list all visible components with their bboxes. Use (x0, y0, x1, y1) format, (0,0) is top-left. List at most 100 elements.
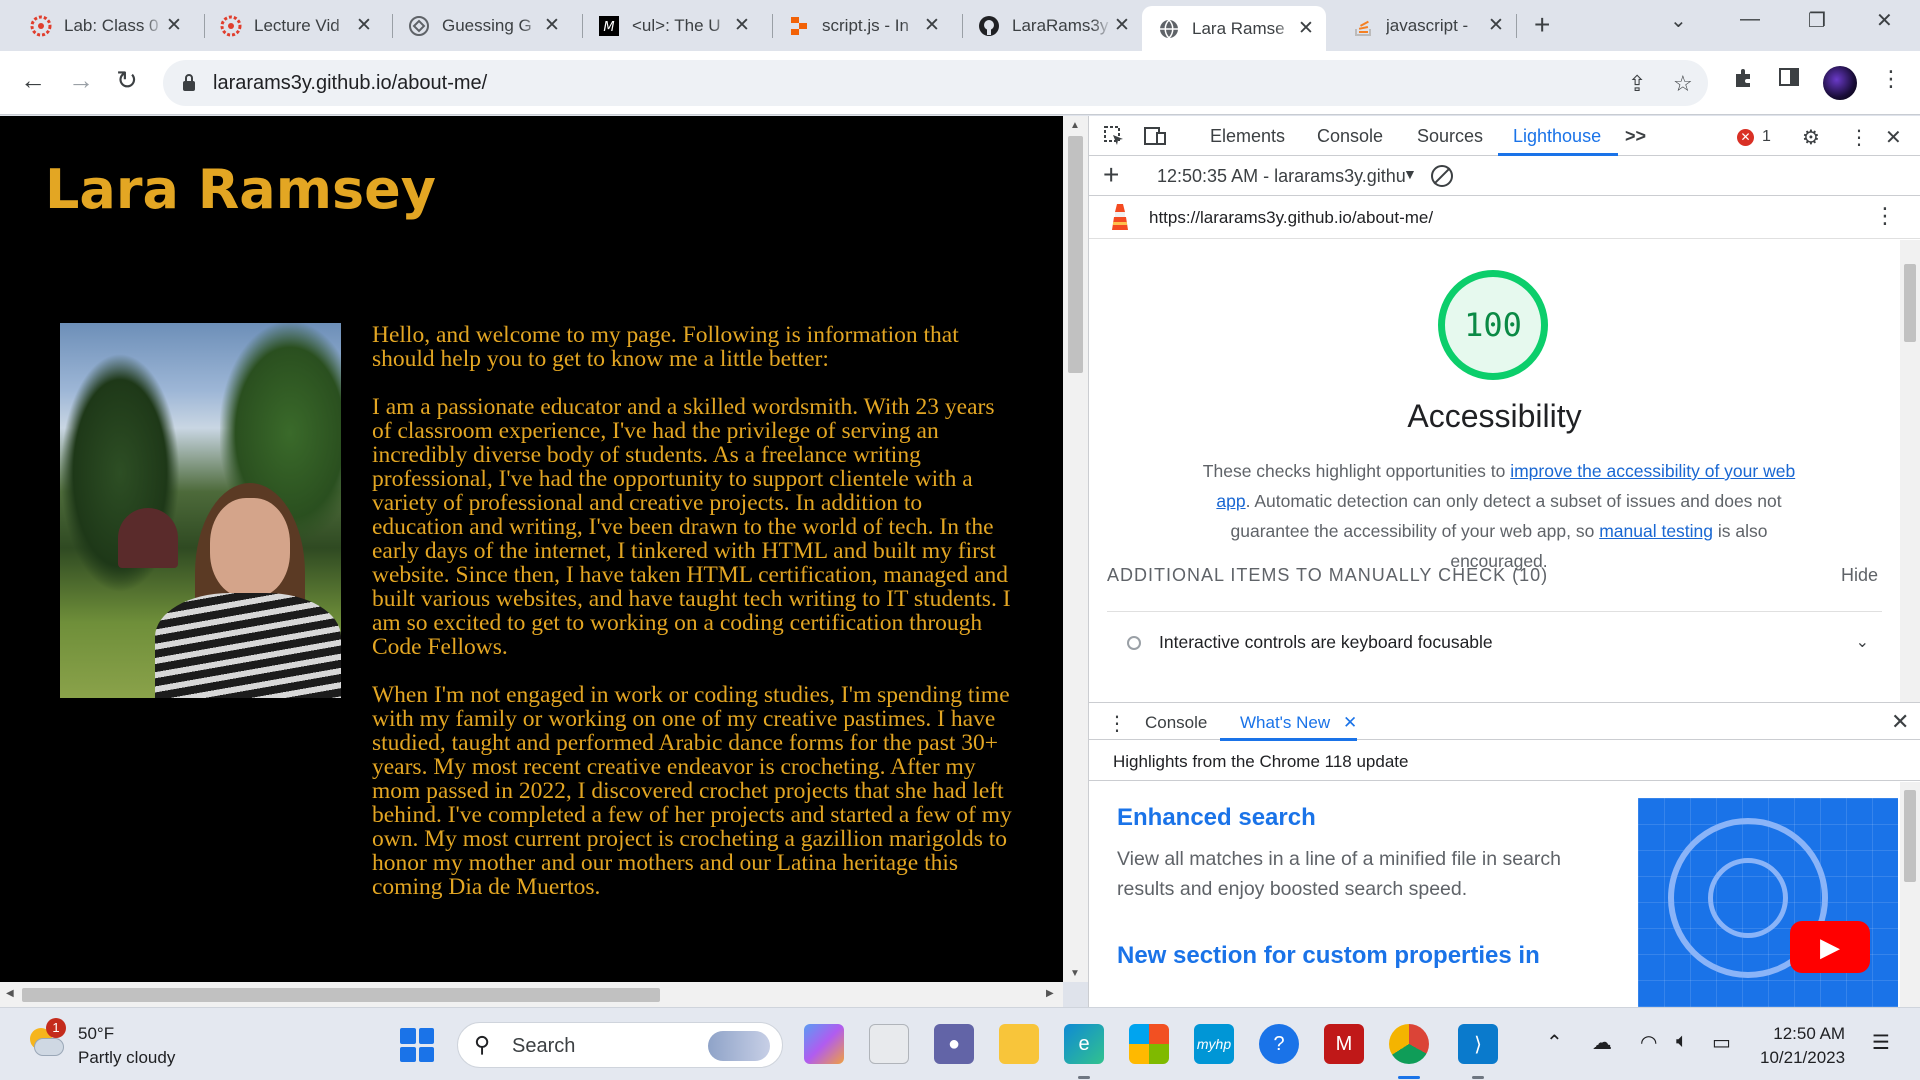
hide-manual-checks-button[interactable]: Hide (1841, 565, 1878, 586)
scrollbar-thumb[interactable] (1904, 264, 1916, 342)
tab-title: LaraRams3y (1012, 15, 1109, 35)
whats-new-scrollbar[interactable] (1900, 782, 1920, 1007)
tab-script-js[interactable]: script.js - In ✕ (772, 7, 952, 44)
manual-testing-link[interactable]: manual testing (1599, 521, 1713, 541)
edge-icon[interactable]: e (1064, 1024, 1104, 1064)
notifications-icon[interactable]: ☰ (1872, 1030, 1890, 1055)
audit-item[interactable]: Interactive controls are keyboard focusa… (1127, 632, 1887, 653)
scrollbar-thumb[interactable] (1068, 136, 1083, 373)
vscode-icon[interactable]: ⟩ (1458, 1024, 1498, 1064)
close-icon[interactable]: ✕ (1296, 17, 1316, 40)
new-report-button[interactable]: + (1103, 159, 1119, 191)
close-icon[interactable]: ✕ (542, 14, 562, 37)
close-icon[interactable]: ✕ (922, 14, 942, 37)
drawer-tab-whats-new[interactable]: What's New (1240, 713, 1330, 733)
close-icon[interactable]: ✕ (1112, 14, 1132, 37)
forward-arrow-icon[interactable]: → (68, 65, 94, 96)
tab-elements[interactable]: Elements (1210, 126, 1285, 147)
tab-github[interactable]: LaraRams3y ✕ (962, 7, 1142, 44)
microsoft-store-icon[interactable] (1129, 1024, 1169, 1064)
video-thumbnail[interactable]: ▶ (1638, 798, 1898, 1007)
scrollbar-thumb[interactable] (22, 988, 660, 1002)
side-panel-icon[interactable] (1778, 66, 1800, 94)
windows-start-icon[interactable] (400, 1028, 434, 1062)
chevron-down-icon[interactable]: ⌄ (1856, 632, 1869, 652)
manual-checks-header[interactable]: ADDITIONAL ITEMS TO MANUALLY CHECK (10) (1107, 565, 1548, 586)
taskbar-search[interactable]: ⚲ Search (457, 1022, 783, 1068)
clear-reports-icon[interactable] (1431, 165, 1453, 187)
back-arrow-icon[interactable]: ← (20, 65, 46, 96)
report-scrollbar[interactable] (1900, 240, 1920, 702)
help-icon[interactable]: ? (1259, 1024, 1299, 1064)
drawer-tab-console[interactable]: Console (1145, 713, 1207, 733)
file-explorer-icon[interactable] (999, 1024, 1039, 1064)
tab-sources[interactable]: Sources (1417, 126, 1483, 147)
close-icon[interactable]: ✕ (732, 14, 752, 37)
tab-lecture-video[interactable]: Lecture Vid ✕ (204, 7, 384, 44)
tab-search-chevron-icon[interactable]: ⌄ (1670, 8, 1687, 33)
settings-gear-icon[interactable]: ⚙ (1802, 125, 1820, 150)
more-tabs-icon[interactable]: >> (1625, 126, 1646, 147)
report-selector[interactable]: 12:50:35 AM - lararams3y.github.io (1157, 166, 1405, 187)
page-horizontal-scrollbar[interactable]: ◀ ▶ (0, 982, 1063, 1007)
close-tab-icon[interactable]: ✕ (1343, 713, 1357, 733)
new-tab-button[interactable]: + (1534, 9, 1550, 41)
tab-lighthouse[interactable]: Lighthouse (1513, 126, 1601, 147)
scrollbar-thumb[interactable] (1904, 790, 1916, 882)
copilot-icon[interactable] (804, 1024, 844, 1064)
tab-lab-class[interactable]: Lab: Class 0 ✕ (14, 7, 194, 44)
youtube-play-icon[interactable]: ▶ (1790, 921, 1870, 973)
teams-chat-icon[interactable]: ● (934, 1024, 974, 1064)
tab-console[interactable]: Console (1317, 126, 1383, 147)
tray-chevron-icon[interactable]: ⌃ (1546, 1030, 1563, 1055)
share-icon[interactable]: ⇪ (1628, 71, 1646, 97)
onedrive-cloud-icon[interactable]: ☁ (1592, 1030, 1612, 1055)
restore-icon[interactable]: ❐ (1808, 8, 1826, 33)
close-icon[interactable]: ✕ (1486, 14, 1506, 37)
profile-avatar[interactable] (1823, 66, 1857, 100)
chrome-menu-icon[interactable]: ⋮ (1880, 66, 1902, 92)
tab-stackoverflow[interactable]: javascript - ✕ (1336, 7, 1516, 44)
mcafee-icon[interactable]: M (1324, 1024, 1364, 1064)
extensions-puzzle-icon[interactable] (1732, 66, 1756, 96)
mdn-icon: M (598, 15, 620, 37)
volume-icon[interactable]: 🔈︎ (1676, 1030, 1688, 1053)
close-icon[interactable]: ✕ (164, 14, 184, 37)
bookmark-star-icon[interactable]: ☆ (1673, 71, 1693, 97)
tab-lara-ramsey[interactable]: Lara Ramse ✕ (1142, 6, 1326, 51)
scroll-right-icon[interactable]: ▶ (1046, 988, 1054, 999)
battery-icon[interactable]: ▭ (1712, 1030, 1731, 1055)
devtools-menu-icon[interactable]: ⋮ (1849, 125, 1869, 150)
tab-guessing-game[interactable]: Guessing G ✕ (392, 7, 572, 44)
scroll-down-icon[interactable]: ▼ (1070, 968, 1080, 979)
page-vertical-scrollbar[interactable]: ▲ ▼ (1063, 116, 1088, 982)
canvas-icon (30, 15, 52, 37)
close-devtools-icon[interactable]: ✕ (1885, 125, 1902, 150)
report-menu-icon[interactable]: ⋮ (1874, 203, 1896, 229)
address-bar[interactable]: lararams3y.github.io/about-me/ ⇪ ☆ (163, 60, 1708, 106)
chrome-icon[interactable] (1389, 1024, 1429, 1064)
wifi-icon[interactable]: ◠ (1640, 1030, 1657, 1055)
weather-widget[interactable]: 1 50°F Partly cloudy (24, 1018, 175, 1070)
feature-heading[interactable]: New section for custom properties in (1117, 942, 1540, 970)
minimize-icon[interactable]: — (1740, 8, 1760, 31)
lock-icon[interactable] (181, 73, 197, 98)
reload-icon[interactable]: ↻ (116, 65, 138, 96)
myhp-icon[interactable]: myhp (1194, 1024, 1234, 1064)
drawer-menu-icon[interactable]: ⋮ (1107, 711, 1127, 736)
url-text[interactable]: lararams3y.github.io/about-me/ (213, 72, 487, 95)
scroll-left-icon[interactable]: ◀ (6, 988, 14, 999)
device-toolbar-icon[interactable] (1143, 125, 1167, 153)
system-clock[interactable]: 12:50 AM 10/21/2023 (1760, 1022, 1845, 1070)
feature-heading[interactable]: Enhanced search (1117, 804, 1316, 832)
error-count-badge[interactable]: ✕ 1 (1737, 128, 1771, 146)
dropdown-caret-icon[interactable]: ▼ (1403, 166, 1417, 182)
close-drawer-icon[interactable]: ✕ (1891, 709, 1909, 735)
close-icon[interactable]: ✕ (354, 14, 374, 37)
tab-title: javascript - (1386, 15, 1469, 35)
scroll-up-icon[interactable]: ▲ (1070, 120, 1080, 131)
inspect-element-icon[interactable] (1103, 125, 1125, 153)
task-view-icon[interactable] (869, 1024, 909, 1064)
close-window-icon[interactable]: ✕ (1876, 8, 1893, 33)
tab-mdn-ul[interactable]: M <ul>: The U ✕ (582, 7, 762, 44)
